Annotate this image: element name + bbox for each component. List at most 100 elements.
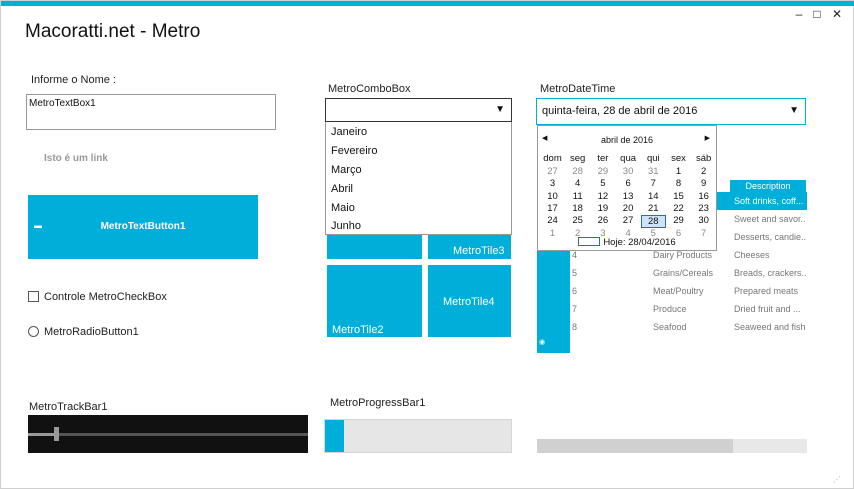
- calendar-day[interactable]: 13: [616, 191, 641, 202]
- tile-4-label: MetroTile4: [443, 296, 495, 308]
- calendar-day[interactable]: 15: [666, 191, 691, 202]
- metro-text-box[interactable]: MetroTextBox1: [26, 94, 276, 130]
- calendar-day[interactable]: 4: [565, 178, 590, 189]
- calendar-day[interactable]: 23: [691, 203, 716, 214]
- grid-cell-description: Prepared meats: [734, 286, 799, 296]
- calendar-month-title[interactable]: abril de 2016: [538, 135, 716, 145]
- grid-cell-description: Sweet and savor...: [734, 214, 806, 224]
- table-row[interactable]: 6 Meat/Poultry Prepared meats: [570, 282, 807, 300]
- radio-label[interactable]: MetroRadioButton1: [44, 326, 139, 338]
- calendar-today-link[interactable]: Hoje: 28/04/2016: [538, 237, 716, 248]
- grid-cell-id: 7: [572, 304, 578, 314]
- calendar-day[interactable]: 17: [540, 203, 565, 214]
- combo-option[interactable]: Maio: [331, 202, 355, 214]
- calendar-weekday: qua: [620, 153, 637, 164]
- minimize-button[interactable]: –: [792, 7, 806, 21]
- tile-2-label: MetroTile2: [332, 324, 384, 336]
- calendar-weekday: sáb: [696, 153, 712, 164]
- calendar-day[interactable]: 27: [616, 215, 641, 226]
- resize-grip-icon[interactable]: ⋰: [833, 475, 841, 484]
- table-row[interactable]: 5 Grains/Cereals Breads, crackers...: [570, 264, 807, 282]
- calendar-day[interactable]: 21: [641, 203, 666, 214]
- calendar-day[interactable]: 9: [691, 178, 716, 189]
- calendar-popup: ◀ abril de 2016 ▶ dom seg ter qua qui sex sáb 2…: [537, 125, 717, 251]
- grid-column-header-description[interactable]: Description: [730, 180, 806, 192]
- calendar-day[interactable]: 2: [691, 166, 716, 177]
- calendar-day[interactable]: 1: [666, 166, 691, 177]
- checkbox-label[interactable]: Controle MetroCheckBox: [44, 291, 167, 303]
- calendar-day[interactable]: 19: [590, 203, 615, 214]
- grid-horizontal-scrollbar[interactable]: [537, 439, 807, 453]
- metro-checkbox[interactable]: [28, 291, 39, 302]
- table-row[interactable]: 8 Seafood Seaweed and fish: [570, 318, 807, 336]
- combo-dropdown-list: Janeiro Fevereiro Março Abril Maio Junho: [325, 122, 512, 235]
- calendar-day[interactable]: 29: [666, 215, 691, 226]
- calendar-day[interactable]: 30: [691, 215, 716, 226]
- metro-datetime[interactable]: quinta-feira, 28 de abril de 2016 ▼: [536, 98, 806, 125]
- calendar-day[interactable]: 5: [590, 178, 615, 189]
- calendar-day[interactable]: 24: [540, 215, 565, 226]
- today-box-icon: [578, 237, 601, 246]
- datetime-label: MetroDateTime: [540, 83, 616, 95]
- calendar-day[interactable]: 31: [641, 166, 666, 177]
- calendar-weekday: qui: [646, 153, 660, 164]
- metro-text-button[interactable]: ▬ MetroTextButton1: [28, 195, 258, 259]
- calendar-day[interactable]: 28: [565, 166, 590, 177]
- calendar-day[interactable]: 14: [641, 191, 666, 202]
- dropdown-arrow-icon[interactable]: ▼: [789, 105, 799, 116]
- calendar-day[interactable]: 3: [540, 178, 565, 189]
- trackbar-label: MetroTrackBar1: [29, 401, 108, 413]
- calendar-weekday: seg: [570, 153, 586, 164]
- calendar-day[interactable]: 29: [590, 166, 615, 177]
- window-accent-bar: [1, 1, 854, 6]
- main-window: Macoratti.net - Metro – □ ✕ Informe o No…: [0, 0, 854, 489]
- table-row[interactable]: 7 Produce Dried fruit and ...: [570, 300, 807, 318]
- metro-tile-3[interactable]: MetroTile3: [428, 235, 511, 259]
- calendar-day[interactable]: 6: [616, 178, 641, 189]
- calendar-day[interactable]: 20: [616, 203, 641, 214]
- next-month-icon[interactable]: ▶: [705, 134, 710, 142]
- metro-combo-box[interactable]: ▼: [325, 98, 512, 122]
- combo-label: MetroComboBox: [328, 83, 411, 95]
- metro-link[interactable]: Isto é um link: [44, 153, 108, 164]
- calendar-day[interactable]: 27: [540, 166, 565, 177]
- name-label: Informe o Nome :: [31, 74, 116, 86]
- calendar-day[interactable]: 16: [691, 191, 716, 202]
- grid-cell-id: 6: [572, 286, 578, 296]
- trackbar-track: [28, 433, 308, 436]
- trackbar-thumb[interactable]: [54, 427, 59, 441]
- dropdown-arrow-icon[interactable]: ▼: [495, 104, 505, 115]
- metro-progress-bar: [324, 419, 512, 453]
- calendar-day[interactable]: 22: [666, 203, 691, 214]
- calendar-day[interactable]: 10: [540, 191, 565, 202]
- calendar-today-label: Hoje: 28/04/2016: [603, 237, 676, 248]
- calendar-day[interactable]: 7: [641, 178, 666, 189]
- combo-option[interactable]: Abril: [331, 183, 353, 195]
- maximize-button[interactable]: □: [810, 7, 824, 21]
- grid-cell-description: Seaweed and fish: [734, 322, 806, 332]
- metro-tile-2[interactable]: MetroTile2: [327, 265, 422, 337]
- metro-trackbar[interactable]: [28, 415, 308, 453]
- close-button[interactable]: ✕: [830, 7, 844, 21]
- row-selector-icon: ◉: [539, 339, 546, 346]
- metro-tile-1[interactable]: [327, 235, 422, 259]
- combo-option[interactable]: Fevereiro: [331, 145, 377, 157]
- combo-option[interactable]: Março: [331, 164, 362, 176]
- calendar-weekday: ter: [597, 153, 609, 164]
- calendar-day[interactable]: 28: [640, 215, 666, 229]
- calendar-day[interactable]: 18: [565, 203, 590, 214]
- metro-radio-button[interactable]: [28, 326, 39, 337]
- grid-cell-id: 8: [572, 322, 578, 332]
- grid-cell-name: Meat/Poultry: [653, 286, 704, 296]
- calendar-day[interactable]: 30: [616, 166, 641, 177]
- scrollbar-thumb[interactable]: [537, 439, 733, 453]
- calendar-day[interactable]: 26: [590, 215, 615, 226]
- calendar-day[interactable]: 8: [666, 178, 691, 189]
- calendar-day[interactable]: 12: [590, 191, 615, 202]
- combo-option[interactable]: Junho: [331, 220, 361, 232]
- grid-cell-name: Seafood: [653, 322, 687, 332]
- calendar-day[interactable]: 25: [565, 215, 590, 226]
- combo-option[interactable]: Janeiro: [331, 126, 367, 138]
- calendar-day[interactable]: 11: [565, 191, 590, 202]
- metro-tile-4[interactable]: MetroTile4: [428, 265, 511, 337]
